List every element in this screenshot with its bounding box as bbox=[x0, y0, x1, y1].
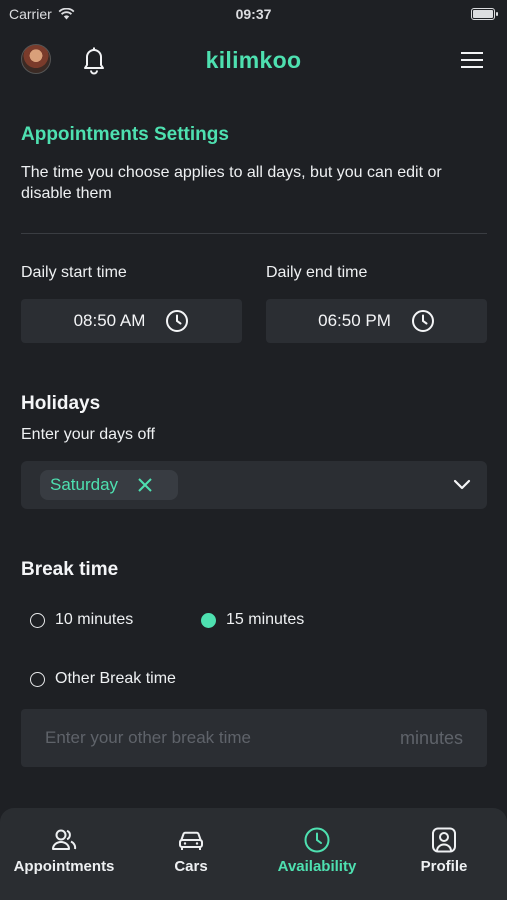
tab-label: Availability bbox=[277, 858, 357, 875]
start-time-value: 08:50 AM bbox=[73, 311, 146, 330]
tab-label: Cars bbox=[174, 858, 208, 875]
radio-button[interactable] bbox=[30, 671, 45, 687]
car-icon bbox=[179, 831, 203, 850]
clock-icon bbox=[304, 827, 330, 853]
tab-label: Profile bbox=[420, 858, 468, 875]
tab-availability[interactable]: Availability bbox=[254, 826, 380, 875]
divider bbox=[21, 233, 487, 234]
radio-15-minutes[interactable]: 15 minutes bbox=[201, 611, 304, 629]
clock-icon bbox=[411, 310, 434, 332]
battery-icon bbox=[471, 8, 498, 20]
users-icon bbox=[52, 829, 77, 850]
day-chip-label: Saturday bbox=[50, 475, 119, 494]
day-chip: Saturday bbox=[40, 470, 178, 500]
brand-logo: kilimkoo bbox=[205, 47, 302, 73]
end-time-value: 06:50 PM bbox=[318, 311, 391, 330]
start-time-picker[interactable]: 08:50 AM bbox=[21, 299, 242, 343]
tab-cars[interactable]: Cars bbox=[128, 826, 254, 875]
end-time-picker[interactable]: 06:50 PM bbox=[266, 299, 487, 343]
tab-profile[interactable]: Profile bbox=[381, 826, 507, 875]
app-header: kilimkoo bbox=[0, 40, 507, 84]
chevron-down-icon[interactable] bbox=[453, 477, 471, 491]
end-time-label: Daily end time bbox=[266, 264, 368, 281]
radio-button-selected[interactable] bbox=[201, 612, 216, 628]
close-icon[interactable] bbox=[136, 476, 154, 494]
break-time-title: Break time bbox=[21, 559, 119, 580]
radio-label: Other Break time bbox=[55, 670, 176, 687]
page-description: The time you choose applies to all days,… bbox=[21, 164, 442, 202]
tab-appointments[interactable]: Appointments bbox=[1, 826, 127, 875]
tab-label: Appointments bbox=[13, 858, 115, 875]
hamburger-menu-icon[interactable] bbox=[460, 51, 484, 69]
status-bar: Carrier 09:37 bbox=[0, 0, 507, 28]
start-time-label: Daily start time bbox=[21, 264, 127, 281]
status-time: 09:37 bbox=[235, 6, 272, 22]
minutes-unit-label: minutes bbox=[399, 728, 463, 748]
other-break-time-field: minutes bbox=[21, 709, 487, 767]
holidays-subtitle: Enter your days off bbox=[21, 426, 155, 443]
other-break-time-input[interactable] bbox=[21, 709, 361, 767]
radio-other-break-time[interactable]: Other Break time bbox=[30, 670, 176, 688]
profile-icon bbox=[432, 827, 456, 853]
bottom-tab-bar: Appointments Cars Availability Profile bbox=[0, 808, 507, 900]
radio-button[interactable] bbox=[30, 612, 45, 628]
radio-label: 10 minutes bbox=[55, 611, 134, 628]
radio-10-minutes[interactable]: 10 minutes bbox=[30, 611, 133, 629]
radio-label: 15 minutes bbox=[226, 611, 305, 628]
holidays-title: Holidays bbox=[21, 393, 101, 414]
page-title: Appointments Settings bbox=[21, 124, 229, 145]
days-off-select[interactable]: Saturday bbox=[21, 461, 487, 509]
clock-icon bbox=[166, 310, 189, 332]
